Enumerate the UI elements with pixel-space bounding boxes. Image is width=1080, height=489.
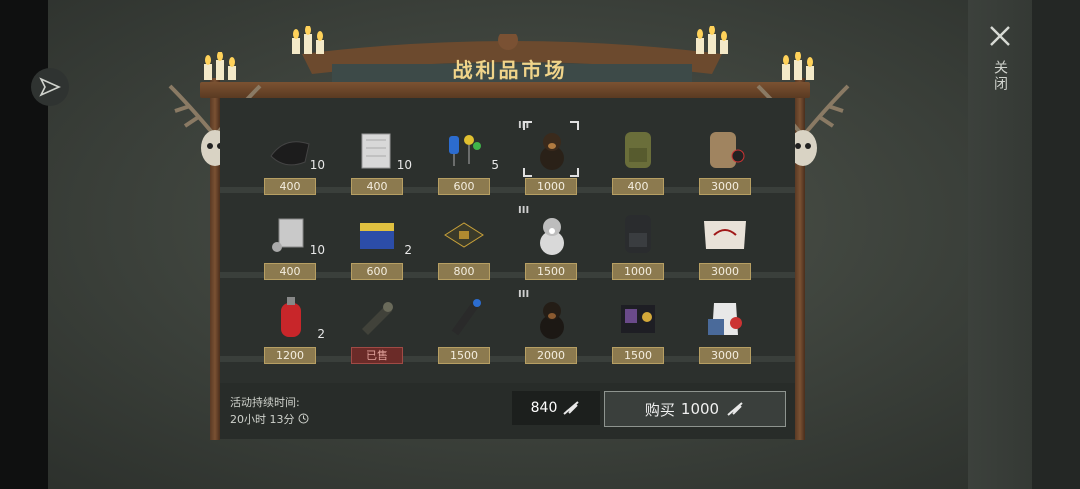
feather-currency-icon — [563, 401, 580, 415]
item-price[interactable]: 3000 — [699, 263, 751, 280]
shop-item[interactable]: 10 400 — [342, 120, 412, 200]
candles-icon — [782, 52, 814, 80]
black-backpack-icon — [625, 215, 651, 253]
outfit-icon — [708, 303, 742, 335]
item-price[interactable]: 1500 — [438, 347, 490, 364]
engine-cylinder-icon — [272, 218, 304, 252]
item-quantity: 10 — [396, 158, 412, 172]
item-sold-label: 已售 — [351, 347, 403, 364]
rottweiler-puppy-icon — [540, 302, 564, 339]
item-quantity: 10 — [309, 243, 325, 257]
item-price[interactable]: 400 — [264, 178, 316, 195]
candles-icon — [292, 26, 324, 54]
shop-item[interactable]: III 1500 — [516, 205, 586, 285]
item-quantity: 2 — [404, 243, 412, 257]
item-price[interactable]: 2000 — [525, 347, 577, 364]
market-title: 战利品市场 — [452, 58, 568, 82]
shop-item[interactable]: 2 600 — [342, 205, 412, 285]
cloth-icon — [361, 133, 391, 169]
selection-frame — [523, 121, 579, 177]
item-quantity: 10 — [309, 158, 325, 172]
shop-item[interactable]: 10 400 — [255, 205, 325, 285]
item-quantity: 5 — [491, 158, 499, 172]
item-price[interactable]: 1500 — [525, 263, 577, 280]
item-price[interactable]: 400 — [612, 178, 664, 195]
share-button[interactable] — [31, 68, 69, 106]
shop-item[interactable]: 3000 — [690, 205, 760, 285]
electronic-parts-icon — [449, 135, 481, 166]
shop-item[interactable]: 10 400 — [255, 120, 325, 200]
gas-cylinder-icon — [281, 297, 301, 337]
item-price[interactable]: 1000 — [612, 263, 664, 280]
police-badge-icon — [621, 305, 655, 333]
shop-item[interactable]: 3000 — [690, 289, 760, 369]
shop-item[interactable]: 5 600 — [429, 120, 499, 200]
item-price[interactable]: 1200 — [264, 347, 316, 364]
shop-item[interactable]: 1000 — [603, 205, 673, 285]
feather-currency-icon — [727, 402, 743, 416]
green-backpack-icon — [625, 132, 651, 168]
shop-item[interactable]: 1500 — [429, 289, 499, 369]
shop-item[interactable]: 3000 — [690, 120, 760, 200]
shop-item[interactable]: 已售 — [342, 289, 412, 369]
close-label[interactable]: 关闭 — [990, 60, 1010, 92]
item-price[interactable]: 3000 — [699, 347, 751, 364]
right-edge — [1032, 0, 1080, 489]
gearbox-icon — [362, 302, 393, 335]
shop-item[interactable]: III 2000 — [516, 289, 586, 369]
candles-icon — [696, 26, 728, 54]
duration-value: 20小时 13分 — [230, 411, 309, 427]
top-beam — [200, 82, 810, 98]
husky-puppy-icon — [540, 218, 564, 255]
balance-display: 840 — [512, 391, 600, 425]
clock-icon — [298, 413, 309, 424]
item-price[interactable]: 400 — [351, 178, 403, 195]
shop-item[interactable]: 400 — [603, 120, 673, 200]
leather-icon — [270, 141, 310, 166]
paper-plane-icon — [39, 77, 61, 97]
silencer-icon — [451, 299, 481, 336]
item-quantity: 2 — [317, 327, 325, 341]
candles-icon — [204, 52, 236, 80]
item-price[interactable]: 1500 — [612, 347, 664, 364]
item-price[interactable]: 600 — [351, 263, 403, 280]
shop-item[interactable]: 1500 — [603, 289, 673, 369]
balance-value: 840 — [530, 400, 558, 416]
shop-item[interactable]: 2 1200 — [255, 289, 325, 369]
item-price[interactable]: 600 — [438, 178, 490, 195]
item-price[interactable]: 400 — [264, 263, 316, 280]
duration-text: 20小时 13分 — [230, 413, 295, 426]
buy-price: 1000 — [680, 400, 720, 418]
item-price[interactable]: 1000 — [525, 178, 577, 195]
item-price[interactable]: 3000 — [699, 178, 751, 195]
buy-button[interactable]: 购买 1000 — [604, 391, 786, 427]
car-battery-icon — [360, 223, 394, 249]
flag-icon — [704, 221, 746, 249]
close-icon[interactable] — [986, 22, 1014, 50]
buy-label: 购买 — [644, 400, 675, 419]
item-price[interactable]: 800 — [438, 263, 490, 280]
circuit-board-icon — [444, 222, 484, 248]
duration-label: 活动持续时间: — [230, 396, 300, 409]
shop-item[interactable]: 800 — [429, 205, 499, 285]
tan-backpack-icon — [710, 132, 745, 168]
